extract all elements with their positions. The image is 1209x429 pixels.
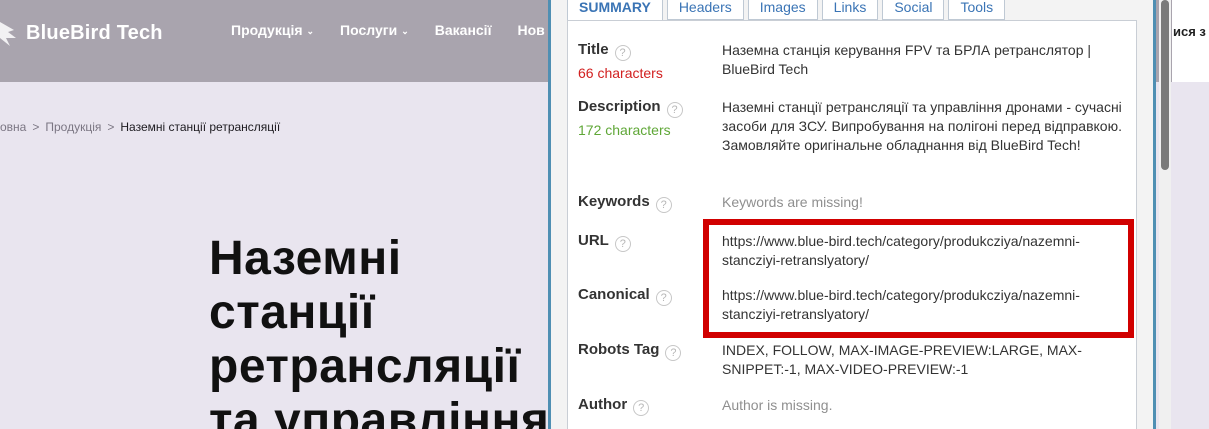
help-icon[interactable]: ? [655,290,672,306]
description-row: Description? 172 characters [578,98,683,138]
help-icon[interactable]: ? [655,197,672,213]
url-label: URL [578,232,609,249]
tab-images[interactable]: Images [747,0,818,20]
canonical-label: Canonical [578,286,650,303]
help-icon[interactable]: ? [633,400,650,416]
description-char-count: 172 characters [578,122,671,138]
help-icon[interactable]: ? [665,345,682,361]
nav-item-label: Продукція [231,22,303,38]
breadcrumb-home[interactable]: овна [0,120,26,134]
highlight-box [703,219,1134,338]
robots-value: INDEX, FOLLOW, MAX-IMAGE-PREVIEW:LARGE, … [722,342,1082,377]
breadcrumb-separator: > [107,120,115,134]
help-icon[interactable]: ? [666,102,683,118]
panel-tabs: SUMMARY Headers Images Links Social Tool… [567,0,1009,21]
page-title-line: ретрансляції [209,340,521,393]
scrollbar-thumb[interactable] [1161,0,1169,170]
tab-headers[interactable]: Headers [666,0,744,20]
main-nav: Продукція ⌄ Послуги ⌄ Вакансії Нов [231,22,571,38]
robots-label: Robots Tag [578,341,660,358]
title-char-count: 66 characters [578,65,663,81]
page-edge [1172,82,1209,429]
help-icon[interactable]: ? [614,236,631,252]
tab-social[interactable]: Social [882,0,945,20]
robots-row: Robots Tag? [578,341,682,361]
tab-links[interactable]: Links [821,0,879,20]
author-row: Author? [578,396,650,416]
description-value: Наземні станції ретрансляції та управлін… [722,99,1122,153]
title-value: Наземна станція керування FPV та БРЛА ре… [722,42,1092,77]
contact-button[interactable]: ися з [1172,0,1209,82]
nav-item-news[interactable]: Нов [518,22,545,38]
contact-button-label: ися з [1173,24,1206,39]
keywords-label: Keywords [578,193,650,210]
nav-item-vacancies[interactable]: Вакансії [435,22,492,38]
page-title-line: станції [209,286,375,339]
url-row: URL? [578,232,631,252]
chevron-down-icon: ⌄ [401,26,409,36]
page-title-line: Наземні [209,232,402,285]
breadcrumb-separator: > [32,120,40,134]
site-logo[interactable]: BlueBird Tech [0,18,163,48]
breadcrumb: овна > Продукція > Наземні станції ретрансля… [0,120,280,134]
bird-logo-icon [0,22,16,46]
nav-item-label: Вакансії [434,22,492,38]
page-title-line: та управління [209,394,550,429]
breadcrumb-products[interactable]: Продукція [45,120,101,134]
logo-text: BlueBird Tech [26,21,163,44]
title-row: Title? 66 characters [578,41,663,81]
chevron-down-icon: ⌄ [306,26,315,36]
author-value: Author is missing. [722,397,833,413]
nav-item-label: Нов [517,22,545,38]
page-title: Наземні станції ретрансляції та управлін… [209,232,549,429]
keywords-row: Keywords? [578,193,672,213]
tab-tools[interactable]: Tools [948,0,1006,20]
breadcrumb-current: Наземні станції ретрансляції [120,120,281,134]
help-icon[interactable]: ? [614,45,631,61]
description-label: Description [578,98,661,115]
canonical-row: Canonical? [578,286,672,306]
nav-item-services[interactable]: Послуги ⌄ [340,22,409,38]
author-label: Author [578,396,628,413]
tab-summary[interactable]: SUMMARY [567,0,663,21]
title-label: Title [578,41,609,58]
nav-item-label: Послуги [340,22,398,38]
keywords-value: Keywords are missing! [722,194,863,210]
nav-item-products[interactable]: Продукція ⌄ [231,22,314,38]
